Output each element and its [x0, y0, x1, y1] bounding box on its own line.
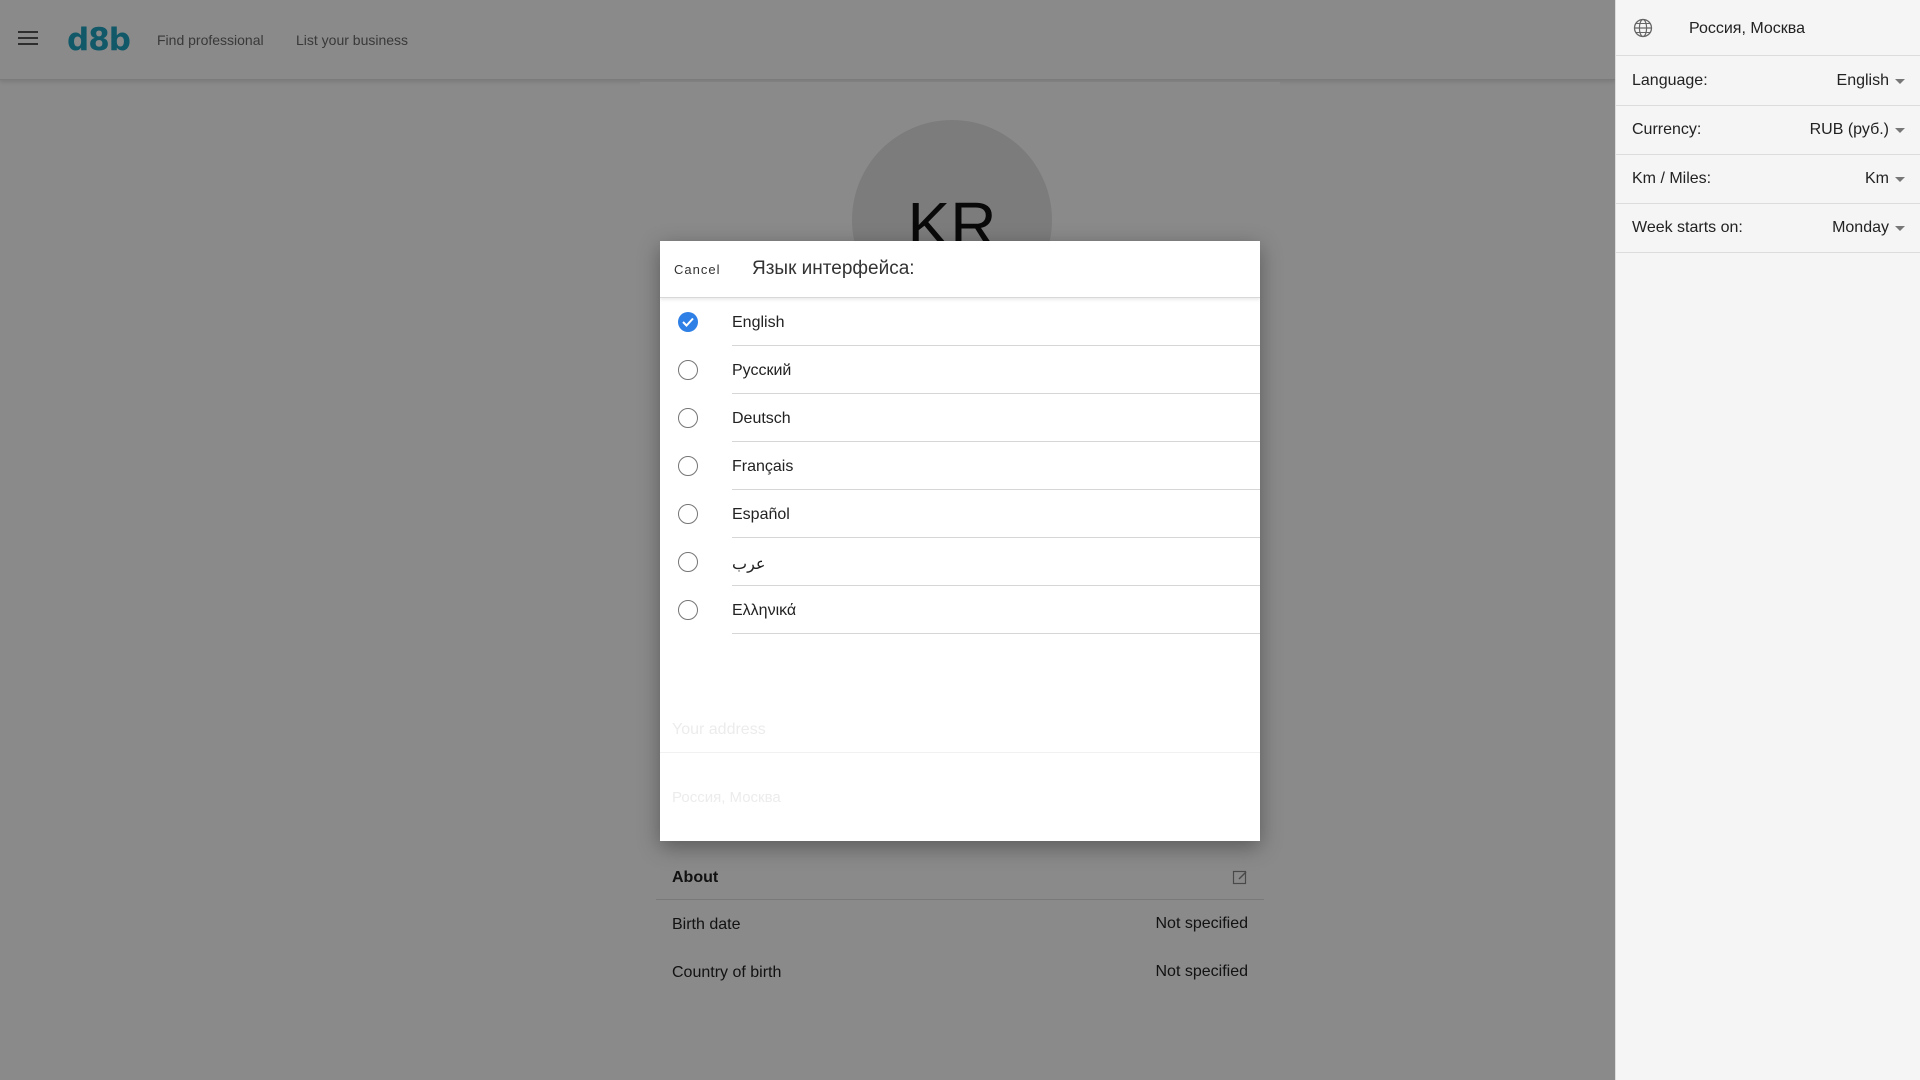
- language-option-arabic[interactable]: عرب: [660, 538, 1260, 586]
- divider: [732, 633, 1260, 634]
- address-value-ghost: Россия, Москва: [672, 789, 781, 806]
- language-option-german[interactable]: Deutsch: [660, 394, 1260, 442]
- language-option-label: Deutsch: [732, 410, 791, 427]
- cancel-button[interactable]: Cancel: [674, 262, 720, 277]
- location-row[interactable]: Россия, Москва: [1616, 0, 1920, 56]
- address-heading-ghost: Your address: [672, 721, 766, 738]
- language-option-label: Ελληνικά: [732, 602, 797, 619]
- language-option-label: Español: [732, 506, 790, 523]
- radio-icon[interactable]: [678, 600, 698, 620]
- language-option-spanish[interactable]: Español: [660, 490, 1260, 538]
- dialog-title: Язык интерфейса:: [752, 258, 915, 279]
- radio-icon[interactable]: [678, 456, 698, 476]
- language-option-english[interactable]: English: [660, 298, 1260, 346]
- currency-setting-row[interactable]: Currency: RUB (руб.): [1616, 106, 1920, 155]
- language-setting-label: Language:: [1632, 72, 1708, 89]
- distance-setting-value[interactable]: Km: [1865, 170, 1889, 188]
- radio-checked-icon[interactable]: [678, 312, 698, 332]
- week-start-setting-label: Week starts on:: [1632, 219, 1743, 236]
- globe-icon: [1633, 18, 1653, 38]
- divider: [660, 752, 1260, 753]
- week-start-setting-value[interactable]: Monday: [1832, 219, 1889, 237]
- language-option-label: Русский: [732, 362, 792, 379]
- dialog-header: Cancel Язык интерфейса:: [660, 241, 1260, 298]
- language-option-label: English: [732, 314, 785, 331]
- chevron-down-icon: [1895, 226, 1905, 231]
- language-dialog: Cancel Язык интерфейса: English Русский …: [660, 241, 1260, 841]
- chevron-down-icon: [1895, 128, 1905, 133]
- radio-icon[interactable]: [678, 408, 698, 428]
- language-setting-value[interactable]: English: [1837, 72, 1889, 90]
- currency-setting-value[interactable]: RUB (руб.): [1810, 121, 1889, 139]
- radio-icon[interactable]: [678, 504, 698, 524]
- settings-panel: Россия, Москва Language: English Currenc…: [1615, 0, 1920, 1080]
- radio-icon[interactable]: [678, 552, 698, 572]
- week-start-setting-row[interactable]: Week starts on: Monday: [1616, 204, 1920, 253]
- language-setting-row[interactable]: Language: English: [1616, 57, 1920, 106]
- chevron-down-icon: [1895, 177, 1905, 182]
- language-option-russian[interactable]: Русский: [660, 346, 1260, 394]
- language-option-label: Français: [732, 458, 794, 475]
- distance-setting-label: Km / Miles:: [1632, 170, 1712, 187]
- language-option-label: عرب: [732, 556, 766, 573]
- chevron-down-icon: [1895, 79, 1905, 84]
- location-text: Россия, Москва: [1689, 20, 1805, 37]
- language-option-greek[interactable]: Ελληνικά: [660, 586, 1260, 634]
- language-option-french[interactable]: Français: [660, 442, 1260, 490]
- currency-setting-label: Currency:: [1632, 121, 1702, 138]
- distance-setting-row[interactable]: Km / Miles: Km: [1616, 155, 1920, 204]
- radio-icon[interactable]: [678, 360, 698, 380]
